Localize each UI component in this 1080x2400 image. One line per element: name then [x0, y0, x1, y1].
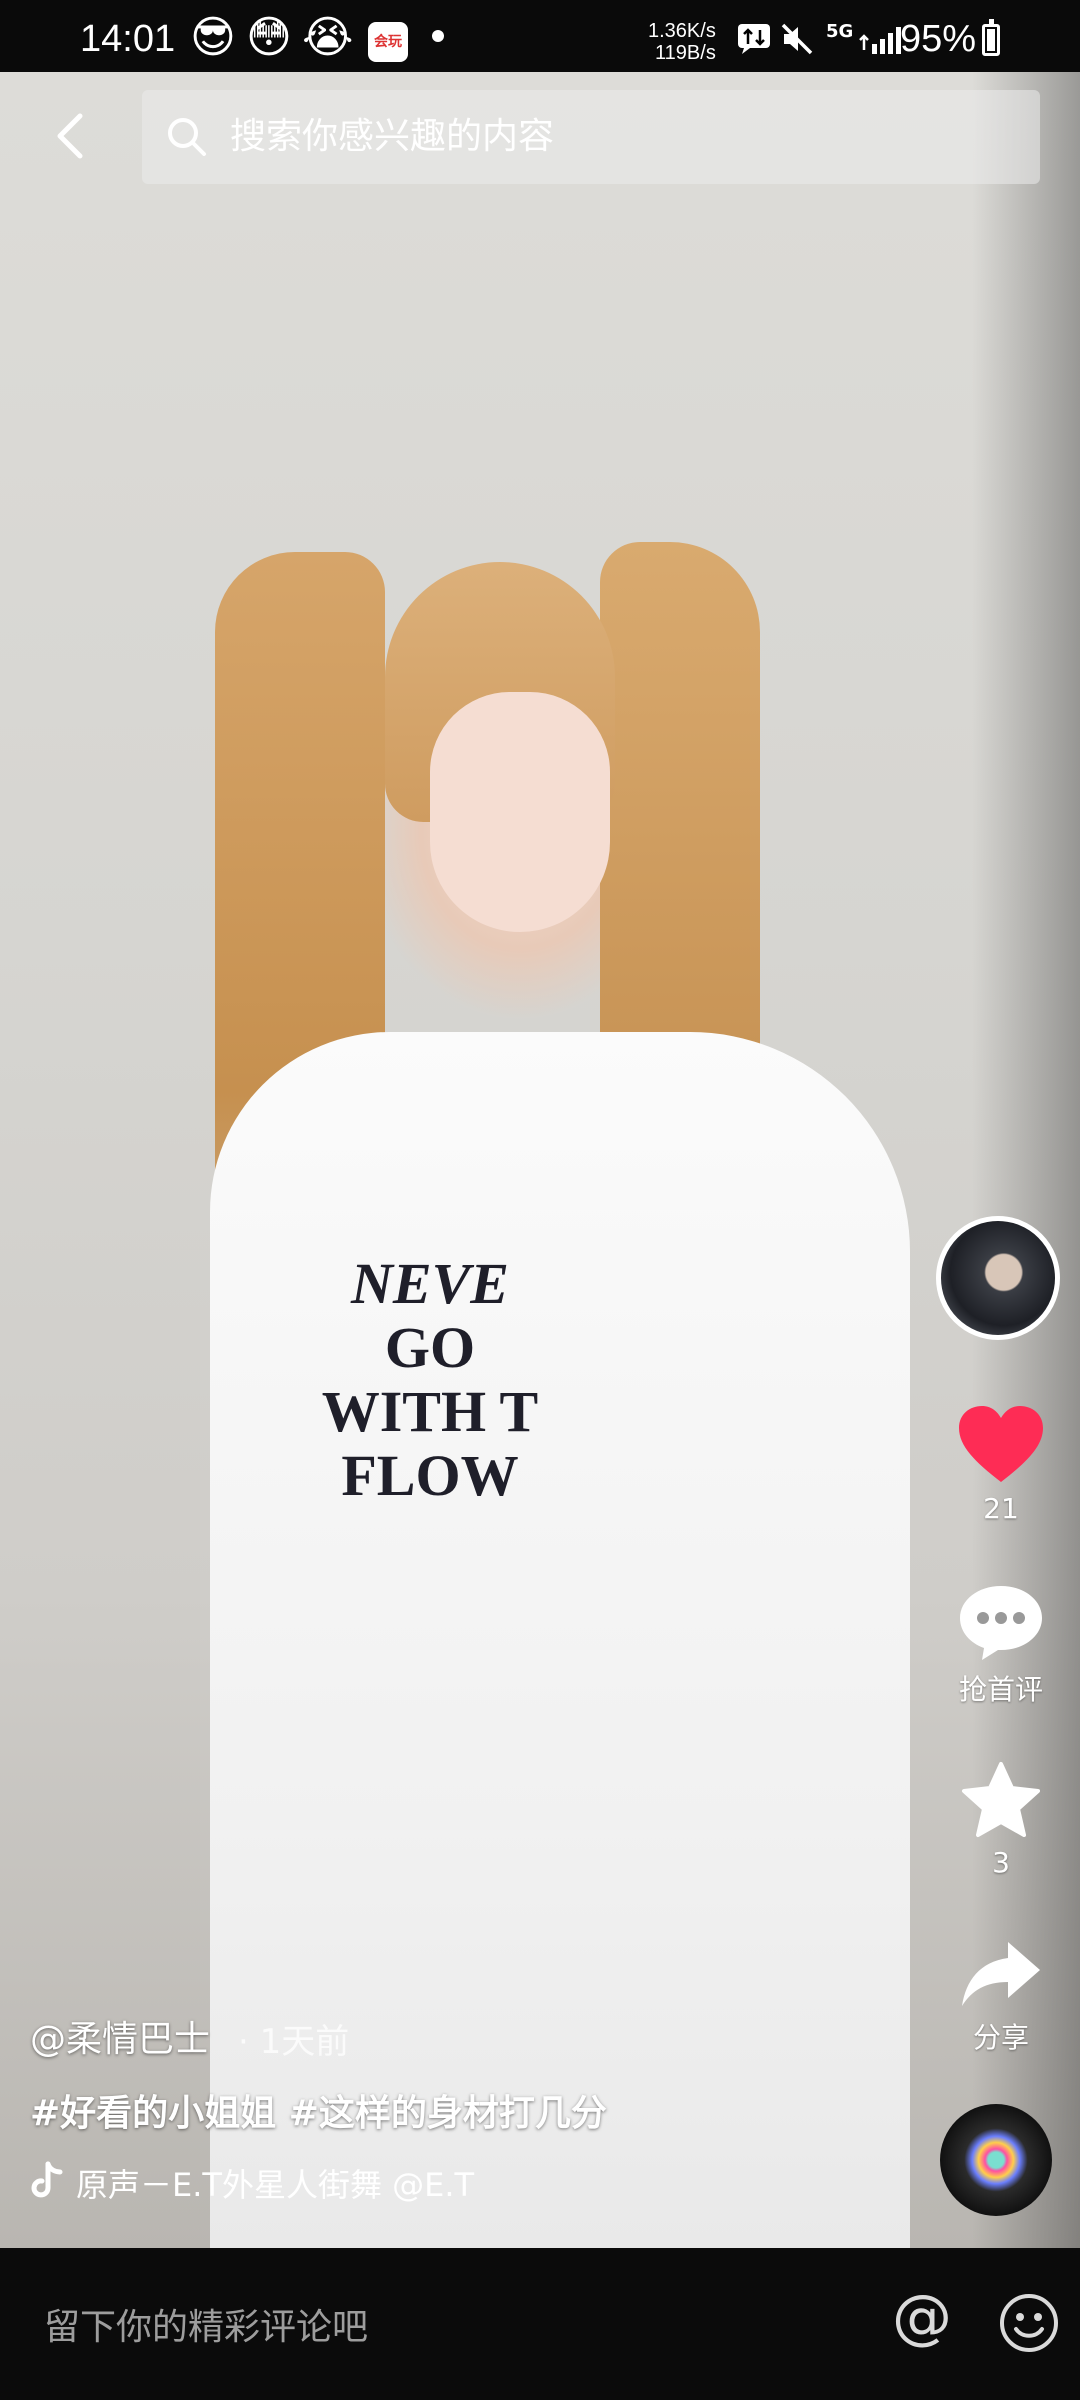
shirt-line: WITH T — [321, 1379, 539, 1444]
net-up-speed: 1.36K/s — [648, 20, 716, 42]
battery-percent: 95% — [900, 18, 977, 60]
like-count: 21 — [983, 1492, 1019, 1525]
crying-emoji-icon: 😭 — [302, 12, 354, 63]
network-type: 5G — [826, 21, 854, 42]
mention-button[interactable]: @ — [892, 2282, 952, 2352]
video-figure-shirt — [210, 1032, 910, 2248]
net-down-speed: 119B/s — [655, 42, 716, 64]
comment-bubble-icon — [960, 1586, 1042, 1660]
comment-button[interactable]: 抢首评 — [931, 1582, 1071, 1708]
comment-bar: 留下你的精彩评论吧 @ — [0, 2248, 1080, 2400]
app-notification-icon: 会玩 — [368, 22, 408, 62]
emoji-smile-icon[interactable] — [998, 2292, 1060, 2354]
share-arrow-icon — [962, 1942, 1040, 2006]
flushed-emoji-icon: 😳 — [246, 12, 292, 63]
music-title[interactable]: 原声－E.T外星人街舞 @E.T — [76, 2160, 506, 2206]
like-button[interactable]: 21 — [931, 1402, 1071, 1525]
shirt-print-text: NEVE GO WITH T FLOW — [300, 1252, 560, 1508]
shirt-line: NEVE — [351, 1251, 509, 1316]
star-icon — [962, 1762, 1040, 1837]
signal-strength-icon — [859, 27, 901, 54]
comment-input[interactable]: 留下你的精彩评论吧 — [44, 2298, 368, 2350]
video-hashtags[interactable]: #好看的小姐姐 #这样的身材打几分 — [30, 2084, 607, 2136]
music-disc-icon[interactable] — [940, 2104, 1052, 2216]
network-speed: 1.36K/s 119B/s — [648, 20, 716, 64]
share-label: 分享 — [972, 2021, 1029, 2054]
search-icon — [168, 118, 206, 156]
shirt-line: GO — [384, 1315, 476, 1380]
battery-icon — [982, 19, 1000, 56]
cool-emoji-icon: 😎 — [190, 12, 236, 63]
heart-icon — [959, 1406, 1043, 1482]
music-note-icon — [31, 2161, 63, 2198]
search-placeholder: 搜索你感兴趣的内容 — [230, 116, 555, 157]
shirt-line: FLOW — [341, 1443, 519, 1508]
author-name[interactable]: @柔情巴士 — [30, 2010, 210, 2062]
mute-icon — [781, 23, 813, 55]
author-avatar[interactable] — [936, 1216, 1060, 1340]
more-notifications-dot — [432, 30, 444, 42]
share-button[interactable]: 分享 — [931, 1938, 1071, 2056]
video-player[interactable]: NEVE GO WITH T FLOW — [0, 72, 1080, 2248]
favorite-button[interactable]: 3 — [931, 1760, 1071, 1879]
back-arrow-icon[interactable] — [44, 108, 100, 164]
comment-label: 抢首评 — [958, 1673, 1043, 1706]
search-input[interactable]: 搜索你感兴趣的内容 — [142, 90, 1040, 184]
status-bar: 14:01 😎 😳 😭 会玩 1.36K/s 119B/s 5G 95% — [0, 0, 1080, 72]
data-transfer-icon — [738, 24, 770, 54]
post-age: · 1天前 — [238, 2022, 350, 2062]
status-time: 14:01 — [80, 18, 176, 60]
video-figure-face — [430, 692, 610, 932]
favorite-count: 3 — [992, 1846, 1010, 1879]
